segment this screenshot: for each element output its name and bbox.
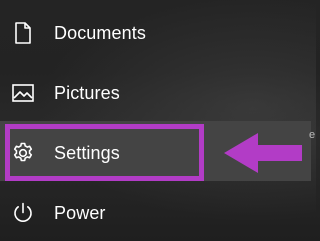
edge-glyph: e: [309, 129, 316, 141]
annotation-arrow-icon: [224, 133, 302, 173]
menu-item-label: Documents: [54, 22, 146, 43]
pictures-icon: [11, 81, 35, 105]
annotation-highlight-box: [5, 124, 204, 181]
menu-item-pictures[interactable]: Pictures: [0, 65, 316, 121]
menu-item-label: Pictures: [54, 82, 120, 103]
menu-item-power[interactable]: Power: [0, 185, 316, 241]
document-icon: [11, 21, 35, 45]
menu-item-label: Power: [54, 202, 106, 223]
power-icon: [11, 201, 35, 225]
menu-item-documents[interactable]: Documents: [0, 5, 316, 61]
